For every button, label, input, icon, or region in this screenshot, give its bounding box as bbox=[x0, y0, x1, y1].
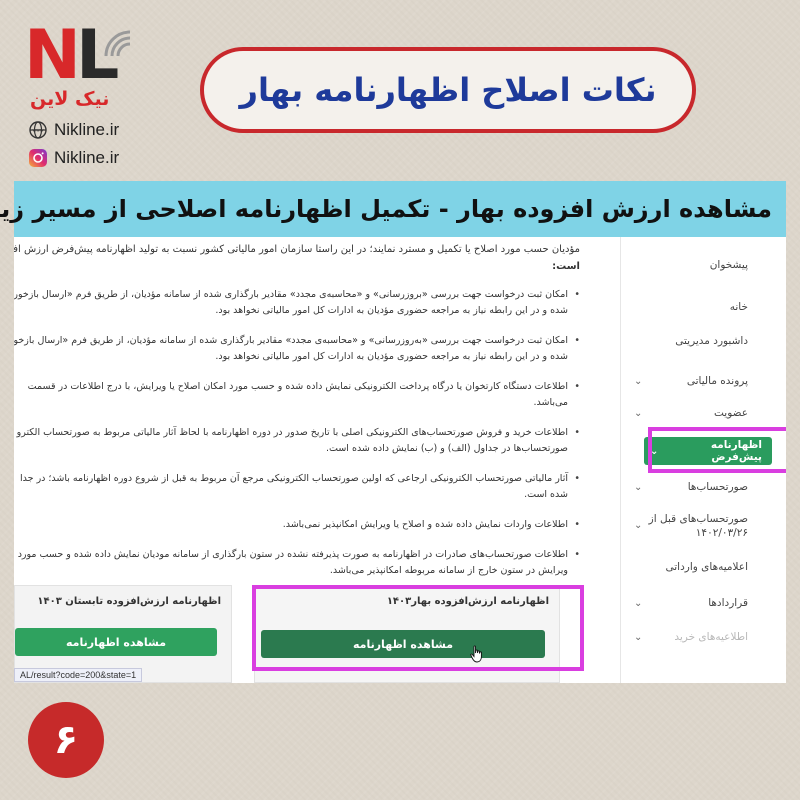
website-row[interactable]: www Nikline.ir bbox=[28, 120, 119, 140]
portal-screenshot: مؤدیان حسب مورد اصلاح یا تکمیل و مسترد ن… bbox=[14, 237, 786, 683]
sidebar-highlight-frame bbox=[648, 427, 786, 473]
sidebar-item-purchase-notices[interactable]: اطلاعیه‌های خرید ⌄ bbox=[626, 627, 786, 647]
sidebar-item-label: صورتحساب‌های قبل از ۱۴۰۲/۰۳/۲۶ bbox=[649, 512, 748, 540]
bullet-line: صورتحساب‌ها در جداول (الف) و (ب) نمایش د… bbox=[326, 443, 568, 454]
bullet-line: ویرایش در ستون خارج از سامانه مربوطه امک… bbox=[329, 565, 568, 576]
sidebar-item-dashboard-home[interactable]: پیشخوان bbox=[626, 255, 786, 275]
chevron-down-icon: ⌄ bbox=[634, 631, 643, 643]
sidebar-item-label-line1: صورتحساب‌های قبل از bbox=[648, 513, 748, 525]
signal-icon bbox=[104, 30, 131, 57]
sidebar-item-management-dashboard[interactable]: داشبورد مدیریتی bbox=[626, 331, 786, 351]
intro-text: مؤدیان حسب مورد اصلاح یا تکمیل و مسترد ن… bbox=[14, 241, 580, 275]
list-item: اطلاعات خرید و فروش صورتحساب‌های الکترون… bbox=[14, 425, 580, 457]
view-summer-return-button[interactable]: مشاهده اظهارنامه bbox=[15, 628, 217, 656]
sidebar-item-label: عضویت bbox=[713, 407, 748, 419]
hand-cursor-icon bbox=[470, 645, 482, 663]
sidebar-item-label: پیشخوان bbox=[709, 259, 748, 271]
status-url: AL/result?code=200&state=1 bbox=[14, 668, 143, 682]
sidebar-item-home[interactable]: خانه bbox=[626, 297, 786, 317]
svg-text:www: www bbox=[32, 129, 43, 134]
sidebar-item-contracts[interactable]: قراردادها ⌄ bbox=[626, 593, 786, 613]
logo-letter-n: N bbox=[24, 16, 81, 95]
bullet-line: آثار مالیاتی صورتحساب الکترونیکی ارجاعی … bbox=[20, 473, 568, 484]
bullet-line: اطلاعات صورتحساب‌های صادرات در اظهارنامه… bbox=[17, 549, 568, 560]
intro-line: است: bbox=[552, 261, 580, 272]
bullet-list: امکان ثبت درخواست جهت بررسی «بروزرسانی» … bbox=[14, 287, 580, 593]
spring-return-card: اظهارنامه ارزش‌افزوده بهار۱۴۰۳ مشاهده اظ… bbox=[254, 585, 560, 683]
list-item: اطلاعات صورتحساب‌های صادرات در اظهارنامه… bbox=[14, 547, 580, 579]
title-pill: نکات اصلاح اظهارنامه بهار bbox=[200, 47, 696, 133]
logo-brand-text: نیک لاین bbox=[30, 88, 110, 110]
list-item: امکان ثبت درخواست جهت بررسی «به‌روزرسانی… bbox=[14, 333, 580, 365]
chevron-down-icon: ⌄ bbox=[634, 481, 643, 493]
card-title: اظهارنامه ارزش‌افزوده بهار۱۴۰۳ bbox=[386, 596, 549, 607]
sidebar-item-invoices[interactable]: صورتحساب‌ها ⌄ bbox=[626, 477, 786, 497]
bullet-line: اطلاعات واردات نمایش داده شده و اصلاح یا… bbox=[282, 519, 568, 530]
sidebar-item-label: اطلاعیه‌های خرید bbox=[674, 631, 748, 643]
bullet-line: اطلاعات دستگاه کارتخوان یا درگاه پرداخت … bbox=[27, 381, 568, 392]
page-number-badge: ۶ bbox=[28, 702, 104, 778]
instruction-banner: مشاهده ارزش افزوده بهار - تکمیل اظهارنام… bbox=[0, 181, 786, 237]
bullet-line: امکان ثبت درخواست جهت بررسی «به‌روزرسانی… bbox=[14, 335, 568, 346]
sidebar-item-old-invoices[interactable]: صورتحساب‌های قبل از ۱۴۰۲/۰۳/۲۶ ⌄ bbox=[626, 511, 786, 541]
sidebar-item-import-declarations[interactable]: اعلامیه‌های وارداتی bbox=[626, 557, 786, 577]
nikline-logo: N L نیک لاین bbox=[24, 16, 131, 118]
sidebar-item-membership[interactable]: عضویت ⌄ bbox=[626, 403, 786, 423]
sidebar-item-label: داشبورد مدیریتی bbox=[675, 335, 748, 347]
bullet-line: اطلاعات خرید و فروش صورتحساب‌های الکترون… bbox=[16, 427, 568, 438]
website-text: Nikline.ir bbox=[54, 120, 120, 139]
instagram-icon bbox=[29, 149, 47, 167]
list-item: اطلاعات دستگاه کارتخوان یا درگاه پرداخت … bbox=[14, 379, 580, 411]
bullet-line: امکان ثبت درخواست جهت بررسی «بروزرسانی» … bbox=[14, 289, 568, 300]
bullet-line: شده و در این رابطه نیاز به مراجعه حضوری … bbox=[215, 305, 568, 316]
sidebar-item-label: پرونده مالیاتی bbox=[686, 375, 748, 387]
chevron-down-icon: ⌄ bbox=[634, 597, 643, 609]
page-title: نکات اصلاح اظهارنامه بهار bbox=[239, 71, 657, 109]
sidebar-item-label: اعلامیه‌های وارداتی bbox=[665, 561, 749, 573]
sidebar-item-label-line2: ۱۴۰۲/۰۳/۲۶ bbox=[695, 527, 748, 539]
list-item: اطلاعات واردات نمایش داده شده و اصلاح یا… bbox=[14, 517, 580, 533]
sidebar-item-label: صورتحساب‌ها bbox=[687, 481, 748, 493]
sidebar-item-tax-file[interactable]: پرونده مالیاتی ⌄ bbox=[626, 371, 786, 391]
list-item: آثار مالیاتی صورتحساب الکترونیکی ارجاعی … bbox=[14, 471, 580, 503]
globe-icon: www bbox=[29, 121, 47, 139]
chevron-down-icon: ⌄ bbox=[634, 407, 643, 419]
instagram-row[interactable]: Nikline.ir bbox=[28, 148, 119, 168]
chevron-down-icon: ⌄ bbox=[634, 375, 643, 387]
sidebar-item-label: خانه bbox=[729, 301, 748, 313]
bullet-line: شده و در این رابطه نیاز به مراجعه حضوری … bbox=[215, 351, 568, 362]
list-item: امکان ثبت درخواست جهت بررسی «بروزرسانی» … bbox=[14, 287, 580, 319]
main-content: مؤدیان حسب مورد اصلاح یا تکمیل و مسترد ن… bbox=[14, 237, 592, 683]
chevron-down-icon: ⌄ bbox=[634, 520, 643, 531]
bullet-line: می‌باشد. bbox=[533, 397, 568, 408]
bullet-line: شده است. bbox=[524, 489, 568, 500]
intro-line: مؤدیان حسب مورد اصلاح یا تکمیل و مسترد ن… bbox=[14, 244, 580, 255]
banner-text: مشاهده ارزش افزوده بهار - تکمیل اظهارنام… bbox=[0, 195, 772, 223]
sidebar-item-label: قراردادها bbox=[708, 597, 748, 609]
view-spring-return-button[interactable]: مشاهده اظهارنامه bbox=[261, 630, 545, 658]
instagram-text: Nikline.ir bbox=[54, 148, 120, 167]
card-title: اظهارنامه ارزش‌افزوده تابستان ۱۴۰۳ bbox=[37, 596, 221, 607]
